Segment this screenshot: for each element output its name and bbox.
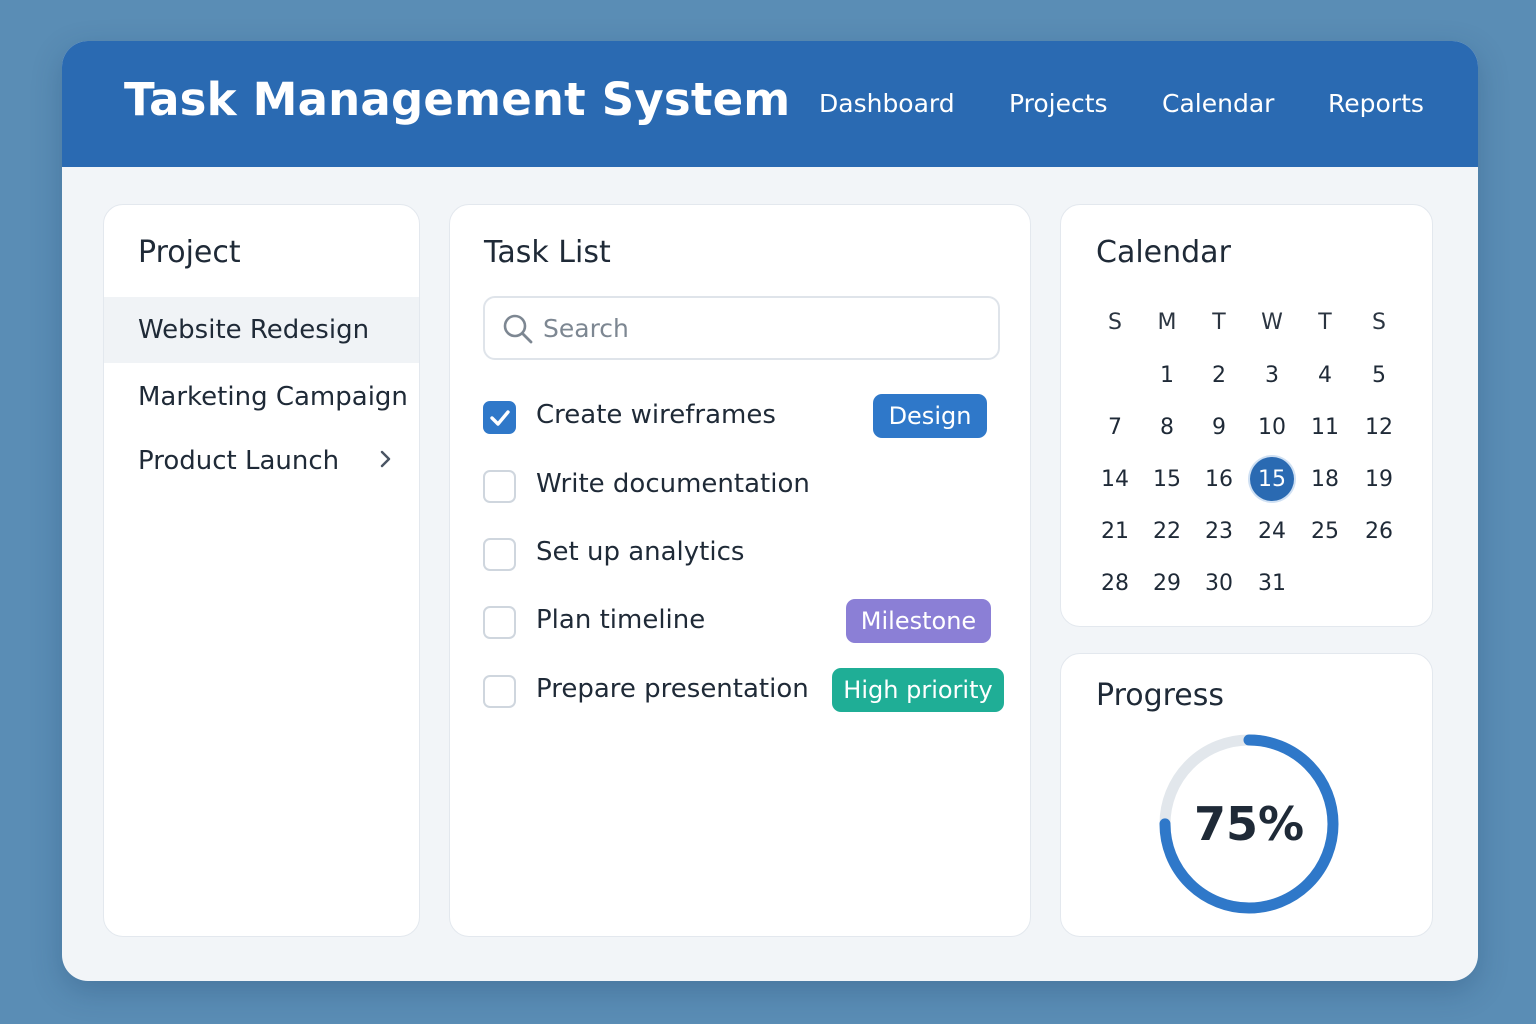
- calendar-day[interactable]: 30: [1193, 561, 1245, 605]
- calendar-day[interactable]: 21: [1089, 509, 1141, 553]
- project-item-website-redesign[interactable]: Website Redesign: [104, 297, 419, 363]
- task-label: Set up analytics: [536, 537, 745, 567]
- chevron-right-icon: [379, 448, 393, 476]
- task-checkbox[interactable]: [483, 538, 516, 571]
- weekday-label: M: [1157, 309, 1177, 335]
- tag-milestone: Milestone: [846, 599, 991, 643]
- calendar-day[interactable]: 25: [1299, 509, 1351, 553]
- task-label: Create wireframes: [536, 400, 776, 430]
- weekday-label: T: [1212, 309, 1226, 335]
- calendar-day[interactable]: 9: [1193, 405, 1245, 449]
- nav-reports[interactable]: Reports: [1328, 89, 1424, 118]
- calendar-day[interactable]: 23: [1193, 509, 1245, 553]
- selected-day-label: 15: [1250, 457, 1294, 501]
- calendar-day[interactable]: 11: [1299, 405, 1351, 449]
- task-row[interactable]: Prepare presentation High priority: [483, 668, 1023, 716]
- calendar-day[interactable]: 7: [1089, 405, 1141, 449]
- project-panel: Project Website Redesign Marketing Campa…: [103, 204, 420, 937]
- task-row[interactable]: Set up analytics: [483, 531, 1023, 579]
- calendar-day[interactable]: 12: [1353, 405, 1405, 449]
- task-row[interactable]: Create wireframes Design: [483, 394, 1023, 442]
- project-item-label: Website Redesign: [138, 315, 370, 345]
- main-nav: Dashboard Projects Calendar Reports: [62, 89, 1478, 129]
- calendar-day[interactable]: 2: [1193, 353, 1245, 397]
- calendar-day[interactable]: 3: [1246, 353, 1298, 397]
- calendar-day[interactable]: 26: [1353, 509, 1405, 553]
- task-label: Prepare presentation: [536, 674, 809, 704]
- calendar-day[interactable]: 24: [1246, 509, 1298, 553]
- task-checkbox[interactable]: [483, 675, 516, 708]
- calendar-day[interactable]: 16: [1193, 457, 1245, 501]
- calendar-day[interactable]: 29: [1141, 561, 1193, 605]
- task-panel: Task List Create wireframes Design Write…: [449, 204, 1031, 937]
- weekday-label: S: [1372, 309, 1386, 335]
- tag-design: Design: [873, 394, 987, 438]
- calendar-day[interactable]: 28: [1089, 561, 1141, 605]
- app-window: Task Management System Dashboard Project…: [62, 41, 1478, 981]
- search-box: [483, 296, 1000, 360]
- weekday-label: W: [1261, 309, 1283, 335]
- task-row[interactable]: Write documentation: [483, 463, 1023, 511]
- calendar-panel: Calendar S M T W T S 1 2 3 4 5 7 8 9 10 …: [1060, 204, 1433, 627]
- calendar-day[interactable]: 14: [1089, 457, 1141, 501]
- calendar-day[interactable]: 10: [1246, 405, 1298, 449]
- project-panel-title: Project: [138, 235, 241, 270]
- nav-dashboard[interactable]: Dashboard: [819, 89, 955, 118]
- project-item-label: Product Launch: [138, 446, 340, 476]
- progress-value: 75%: [1193, 797, 1305, 851]
- task-label: Write documentation: [536, 469, 810, 499]
- task-checkbox[interactable]: [483, 606, 516, 639]
- nav-projects[interactable]: Projects: [1009, 89, 1108, 118]
- top-bar: Task Management System Dashboard Project…: [62, 41, 1478, 167]
- task-checkbox[interactable]: [483, 401, 516, 434]
- calendar-day[interactable]: 19: [1353, 457, 1405, 501]
- tag-high-priority: High priority: [832, 668, 1004, 712]
- project-item-product-launch[interactable]: Product Launch: [104, 428, 419, 494]
- calendar-day[interactable]: 1: [1141, 353, 1193, 397]
- progress-panel-title: Progress: [1096, 678, 1225, 713]
- search-icon: [503, 314, 533, 344]
- project-item-marketing-campaign[interactable]: Marketing Campaign: [104, 364, 419, 430]
- calendar-day[interactable]: 22: [1141, 509, 1193, 553]
- task-label: Plan timeline: [536, 605, 706, 635]
- weekday-label: S: [1108, 309, 1122, 335]
- task-panel-title: Task List: [484, 235, 611, 270]
- calendar-day[interactable]: 15: [1141, 457, 1193, 501]
- search-input[interactable]: [543, 308, 983, 348]
- task-checkbox[interactable]: [483, 470, 516, 503]
- calendar-panel-title: Calendar: [1096, 235, 1231, 270]
- calendar-day-selected[interactable]: 15: [1246, 457, 1298, 501]
- calendar-day[interactable]: 31: [1246, 561, 1298, 605]
- calendar-day[interactable]: 5: [1353, 353, 1405, 397]
- calendar-day[interactable]: 18: [1299, 457, 1351, 501]
- calendar-day[interactable]: 4: [1299, 353, 1351, 397]
- project-item-label: Marketing Campaign: [138, 382, 408, 412]
- calendar-day[interactable]: 8: [1141, 405, 1193, 449]
- nav-calendar[interactable]: Calendar: [1162, 89, 1274, 118]
- checkmark-icon: [490, 410, 510, 426]
- progress-panel: Progress 75%: [1060, 653, 1433, 937]
- task-row[interactable]: Plan timeline Milestone: [483, 599, 1023, 647]
- weekday-label: T: [1318, 309, 1332, 335]
